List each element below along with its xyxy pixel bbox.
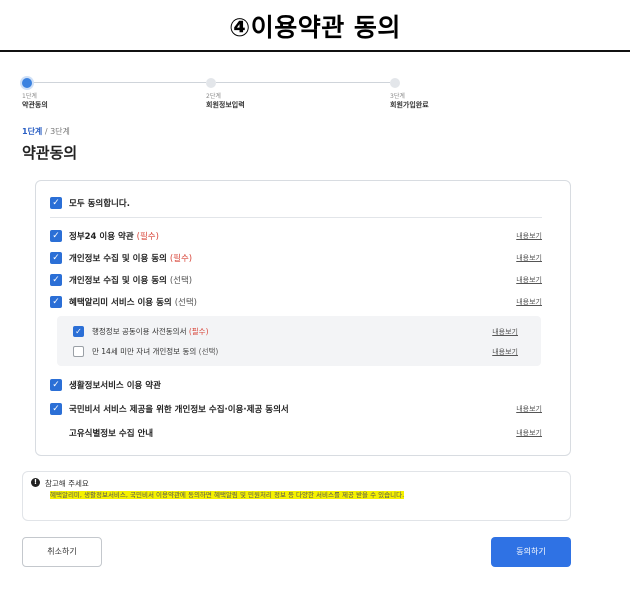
step-indicator-current: 1단계 [22,127,43,136]
view-content-link[interactable]: 내용보기 [516,297,542,307]
header-title: ④이용약관 동의 [229,13,401,42]
term-row[interactable]: ✓ 정부24 이용 약관 (필수) 내용보기 [50,229,542,243]
stepper-line [32,82,206,83]
optional-tag: (선택) [174,298,197,308]
page-title: 약관동의 [22,144,78,162]
step-2-number: 2단계 [206,93,221,100]
term-label: 개인정보 수집 및 이용 동의 [69,276,167,286]
term-checkbox[interactable]: ✓ [50,252,62,264]
view-content-link[interactable]: 내용보기 [492,327,518,337]
info-icon: ! [31,478,40,487]
view-content-link[interactable]: 내용보기 [516,275,542,285]
notice-text-highlight: 혜택알리미, 생활정보서비스, 국민비서 이용약관에 동의하면 혜택알림 및 민… [50,491,405,499]
optional-tag: (선택) [198,347,219,356]
view-content-link[interactable]: 내용보기 [492,347,518,357]
term-label: 정부24 이용 약관 [69,232,134,242]
step-3-label: 회원가입완료 [390,101,429,109]
term-label: 개인정보 수집 및 이용 동의 [69,254,167,264]
term-label: 생활정보서비스 이용 약관 [69,381,161,391]
page-header: ④이용약관 동의 [0,0,630,52]
agree-all-row[interactable]: ✓ 모두 동의합니다. [50,196,542,210]
term-row[interactable]: ✓ 개인정보 수집 및 이용 동의 (필수) 내용보기 [50,251,542,265]
step-1-dot [22,78,32,88]
step-2-label: 회원정보입력 [206,101,245,109]
sub-term-row[interactable]: ✓ 행정정보 공동이용 사전동의서 (필수) 내용보기 [73,325,518,339]
notice-title: 참고해 주세요 [45,479,89,488]
term-row[interactable]: ✓ 생활정보서비스 이용 약관 [50,378,542,392]
term-label: 고유식별정보 수집 안내 [69,429,154,439]
view-content-link[interactable]: 내용보기 [516,253,542,263]
sub-term-checkbox[interactable]: ✓ [73,346,84,357]
term-row[interactable]: ✓ 혜택알리미 서비스 이용 동의 (선택) 내용보기 [50,295,542,309]
term-row[interactable]: ✓ 개인정보 수집 및 이용 동의 (선택) 내용보기 [50,273,542,287]
sub-term-row[interactable]: ✓ 만 14세 미만 자녀 개인정보 동의 (선택) 내용보기 [73,345,518,359]
term-checkbox[interactable]: ✓ [50,296,62,308]
header-divider [0,50,630,52]
term-checkbox[interactable]: ✓ [50,403,62,415]
view-content-link[interactable]: 내용보기 [516,428,542,438]
view-content-link[interactable]: 내용보기 [516,404,542,414]
term-row[interactable]: ✓ 국민비서 서비스 제공을 위한 개인정보 수집·이용·제공 동의서 내용보기 [50,402,542,416]
sub-term-label: 행정정보 공동이용 사전동의서 [92,327,187,336]
term-label: 국민비서 서비스 제공을 위한 개인정보 수집·이용·제공 동의서 [69,405,289,415]
required-tag: (필수) [169,254,193,264]
agree-button[interactable]: 동의하기 [491,537,571,567]
agree-all-divider [50,217,542,218]
step-3-number: 3단계 [390,93,405,100]
sub-term-label: 만 14세 미만 자녀 개인정보 동의 [92,347,197,356]
cancel-button[interactable]: 취소하기 [22,537,102,567]
step-1-label: 약관동의 [22,101,48,109]
term-checkbox[interactable]: ✓ [50,274,62,286]
notice-text: 혜택알리미, 생활정보서비스, 국민비서 이용약관에 동의하면 혜택알림 및 민… [50,490,558,501]
step-2-dot [206,78,216,88]
sub-term-checkbox[interactable]: ✓ [73,326,84,337]
step-indicator-total: / 3단계 [42,127,70,136]
stepper-line [216,82,390,83]
required-tag: (필수) [188,327,209,336]
optional-tag: (선택) [169,276,193,286]
step-3-dot [390,78,400,88]
required-tag: (필수) [136,232,159,242]
agree-all-checkbox[interactable]: ✓ [50,197,62,209]
signup-stepper: 1단계 약관동의 2단계 회원정보입력 3단계 회원가입완료 [22,78,442,118]
term-label: 혜택알리미 서비스 이용 동의 [69,298,172,308]
term-checkbox[interactable]: ✓ [50,379,62,391]
term-row: 고유식별정보 수집 안내 내용보기 [50,426,542,440]
view-content-link[interactable]: 내용보기 [516,231,542,241]
term-checkbox[interactable]: ✓ [50,230,62,242]
agree-all-label: 모두 동의합니다. [69,199,130,209]
step-1-number: 1단계 [22,93,37,100]
step-indicator: 1단계 / 3단계 [22,126,70,137]
